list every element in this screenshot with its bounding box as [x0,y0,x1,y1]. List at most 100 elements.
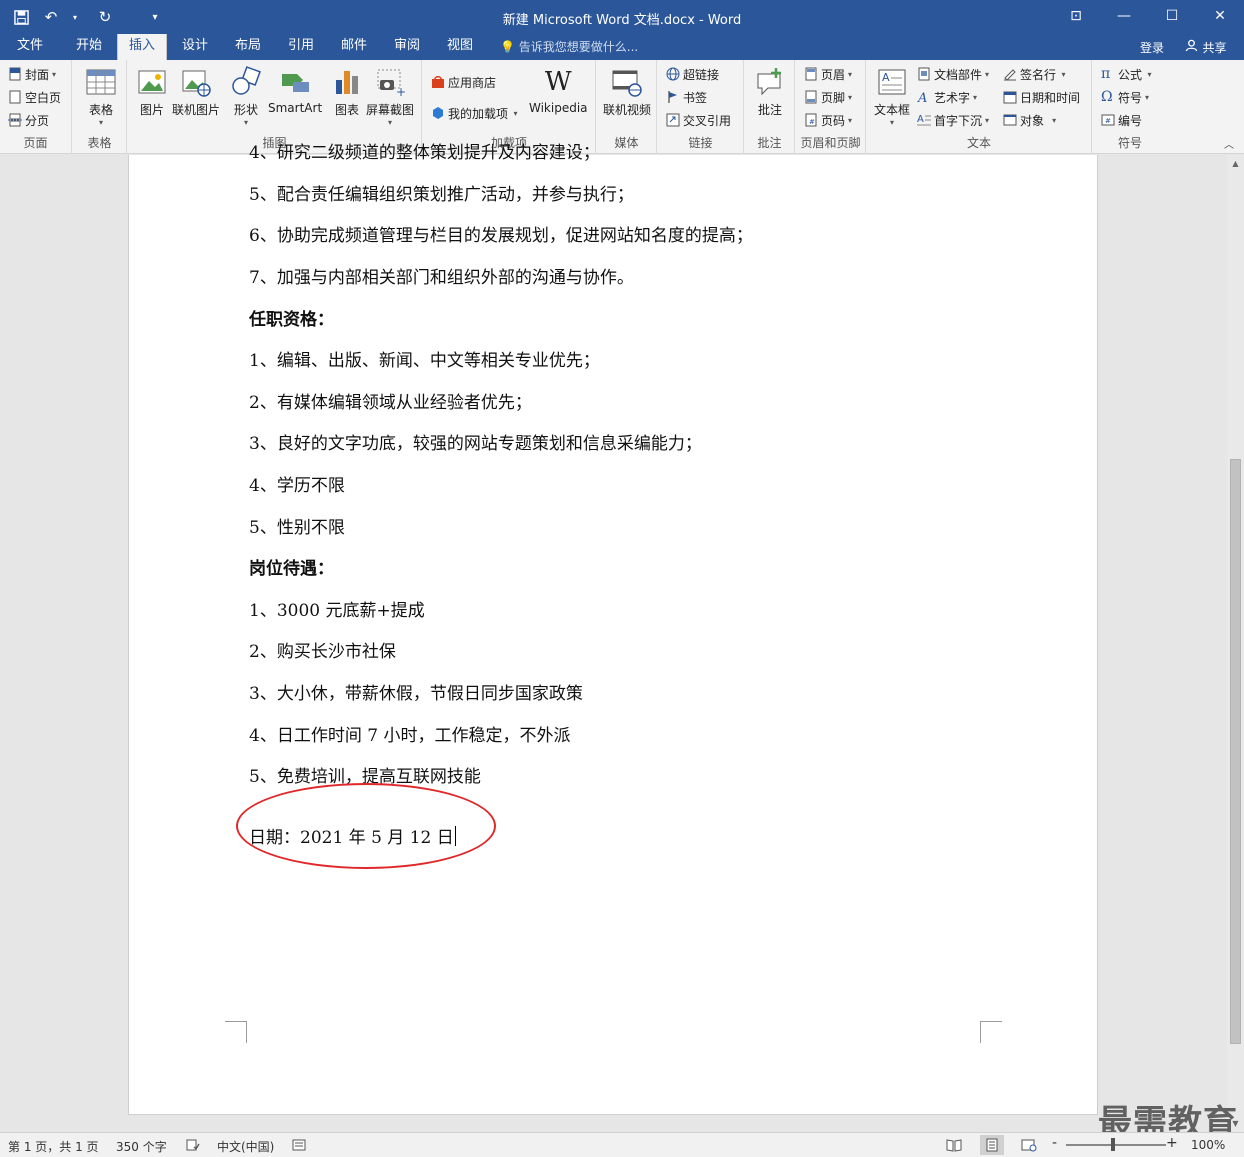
blank-page-button[interactable]: 空白页 [8,87,61,107]
table-icon [86,69,116,95]
table-button[interactable]: 表格 ▾ [85,66,117,127]
hyperlink-button[interactable]: 超链接 [666,64,719,84]
store-button[interactable]: 应用商店 [431,72,496,92]
macro-icon[interactable] [292,1138,306,1155]
group-tables: 表格 ▾ 表格 [73,60,127,154]
hyperlink-icon [666,67,680,81]
picture-label: 图片 [139,103,164,117]
bookmark-button[interactable]: 书签 [666,87,707,107]
share-button[interactable]: 共享 [1174,36,1238,58]
login-link[interactable]: 登录 [1140,39,1164,56]
tab-file[interactable]: 文件 [10,34,50,60]
online-video-button[interactable]: 联机视频 [603,66,651,118]
page-break-icon [8,113,22,127]
page-break-button[interactable]: 分页 [8,110,49,130]
equation-button[interactable]: π 公式 ▾ [1101,64,1152,84]
group-label-tables: 表格 [87,136,112,150]
screenshot-icon: + [377,69,406,98]
word-count[interactable]: 350 个字 [116,1138,167,1155]
tab-design[interactable]: 设计 [174,34,216,60]
vertical-scrollbar[interactable]: ▲ ▼ [1227,155,1244,1132]
smartart-button[interactable]: SmartArt [268,66,322,115]
wordart-button[interactable]: A 艺术字 ▾ [917,87,977,107]
online-picture-icon [182,70,211,97]
zoom-slider-track[interactable] [1066,1144,1166,1146]
print-layout-icon[interactable] [980,1135,1004,1155]
signature-line-icon [1004,69,1016,81]
collapse-ribbon-icon[interactable]: ︿ [1224,136,1234,151]
status-bar: 第 1 页，共 1 页 350 个字 中文(中国) - + 100% [0,1132,1244,1157]
share-label: 共享 [1202,40,1227,55]
group-label-header-footer: 页眉和页脚 [800,136,861,150]
svg-text:A: A [917,114,924,125]
svg-text:A: A [882,71,890,84]
number-button[interactable]: # 编号 [1101,110,1142,130]
paragraph-cut: 4、研究二级频道的整体策划提升及内容建设； [249,143,600,163]
cross-reference-button[interactable]: 交叉引用 [666,110,731,130]
ribbon-insert: 封面 ▾ 空白页 分页 页面 表格 ▾ 表格 图片 联机图片 形状 ▾ Smar… [0,60,1244,154]
symbol-button[interactable]: Ω 符号 ▾ [1101,87,1149,107]
picture-button[interactable]: 图片 [136,66,168,118]
footer-button[interactable]: 页脚 ▾ [804,87,852,107]
tab-view[interactable]: 视图 [439,34,481,60]
quick-parts-icon [918,67,930,81]
comment-button[interactable]: 批注 [754,66,786,118]
shapes-button[interactable]: 形状 ▾ [230,66,262,127]
page-number-button[interactable]: # 页码 ▾ [804,110,852,130]
zoom-out-button[interactable]: - [1052,1135,1057,1151]
tab-references[interactable]: 引用 [280,34,322,60]
page-number-label: 页码 [821,113,846,128]
textbox-button[interactable]: A 文本框 ▾ [874,66,910,127]
group-links: 超链接 书签 交叉引用 链接 [658,60,744,154]
tab-review[interactable]: 审阅 [386,34,428,60]
shapes-label: 形状 [233,103,258,117]
tab-mailings[interactable]: 邮件 [333,34,375,60]
zoom-in-button[interactable]: + [1166,1135,1178,1151]
my-addins-button[interactable]: 我的加载项 ▾ [431,103,518,123]
my-addins-icon [433,107,443,119]
cover-page-icon [9,67,21,81]
svg-text:#: # [1105,117,1111,125]
paragraph-duty-6: 6、协助完成频道管理与栏目的发展规划，促进网站知名度的提高； [249,226,753,246]
cover-page-button[interactable]: 封面 ▾ [8,64,56,84]
tab-layout[interactable]: 布局 [227,34,269,60]
document-page[interactable]: 4、研究二级频道的整体策划提升及内容建设； 5、配合责任编辑组织策划推广活动，并… [128,143,1098,1115]
signature-line-label: 签名行 [1020,67,1057,82]
header-button[interactable]: 页眉 ▾ [804,64,852,84]
ribbon-display-options-icon[interactable]: ⊡ [1052,0,1100,32]
drop-cap-button[interactable]: A 首字下沉 ▾ [917,110,989,130]
tab-home[interactable]: 开始 [68,34,110,60]
maximize-button[interactable]: ☐ [1148,0,1196,32]
proofing-icon[interactable] [186,1138,200,1155]
zoom-level[interactable]: 100% [1191,1138,1225,1152]
zoom-slider-thumb[interactable] [1111,1138,1115,1151]
wikipedia-icon: W [544,67,572,97]
web-layout-icon[interactable] [1021,1138,1037,1155]
tell-me-box[interactable]: 💡 告诉我您想要做什么... [500,38,638,55]
quick-parts-button[interactable]: 文档部件 ▾ [917,64,989,84]
wikipedia-button[interactable]: W Wikipedia [529,66,588,115]
screenshot-button[interactable]: + 屏幕截图 ▾ [366,66,414,127]
page-count[interactable]: 第 1 页，共 1 页 [8,1138,99,1155]
heading-benefits: 岗位待遇： [249,559,334,579]
scroll-up-icon[interactable]: ▲ [1227,155,1244,172]
chart-button[interactable]: 图表 [331,66,363,118]
date-time-button[interactable]: 日期和时间 [1003,87,1080,107]
online-picture-button[interactable]: 联机图片 [172,66,220,118]
close-button[interactable]: ✕ [1196,0,1244,32]
table-label: 表格 [88,103,113,117]
object-button[interactable]: 对象 ▾ [1003,110,1056,130]
store-icon [432,76,444,88]
tab-insert[interactable]: 插入 [117,34,167,60]
footer-icon [805,90,817,104]
signature-line-button[interactable]: 签名行 ▾ [1003,64,1066,84]
picture-icon [138,70,166,94]
read-mode-icon[interactable] [946,1138,962,1155]
scroll-thumb[interactable] [1230,459,1241,1044]
minimize-button[interactable]: — [1100,0,1148,32]
cover-page-label: 封面 [25,67,50,82]
document-area: 4、研究二级频道的整体策划提升及内容建设； 5、配合责任编辑组织策划推广活动，并… [0,143,1244,1132]
cross-reference-icon [666,113,680,127]
language-indicator[interactable]: 中文(中国) [217,1138,274,1155]
paragraph-qualification-2: 2、有媒体编辑领域从业经验者优先； [249,393,532,413]
